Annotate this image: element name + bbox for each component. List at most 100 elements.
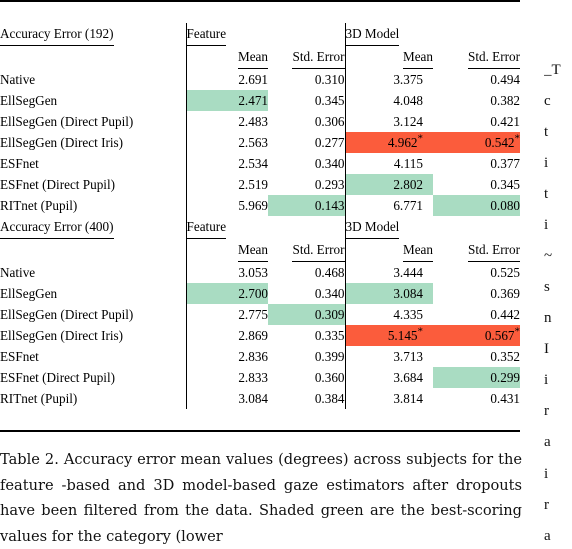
significance-star: * — [417, 325, 424, 338]
table-cell-value: 0.335 — [314, 328, 345, 343]
column-header-text: Std. Error — [467, 46, 520, 69]
table-cell-value: 5.969 — [185, 195, 268, 216]
table-row: EllSegGen (Direct Iris) 2.869 0.335 5.145* 0… — [0, 325, 520, 346]
table-row: ESFnet 2.534 0.340 4.115 0.377 — [0, 153, 520, 174]
table-cell-value: 0.352 — [490, 349, 520, 364]
column-header-std-error: Std. Error — [268, 46, 345, 69]
column-header-text: Std. Error — [292, 239, 345, 262]
table-cell-value: 3.053 — [185, 262, 268, 283]
column-header-text: Mean — [402, 46, 433, 69]
column-header-text: Mean — [237, 46, 268, 69]
table-bottom-rule — [0, 409, 520, 432]
group-header-feature-text: Feature — [186, 23, 227, 46]
column-header-std-error: Std. Error — [268, 239, 345, 262]
group-header-feature-text: Feature — [186, 216, 227, 239]
table-row: Native 3.053 0.468 3.444 0.525 — [0, 262, 520, 283]
group-header-3dmodel: 3D Model — [344, 216, 433, 239]
column-header-text: Mean — [237, 239, 268, 262]
table-cell-value: 0.340 — [314, 286, 345, 301]
table-cell-value: 4.335 — [344, 304, 433, 325]
table-cell-value: 2.563 — [185, 132, 268, 153]
column-header-mean: Mean — [344, 46, 433, 69]
table-figure-page: Accuracy Error (192) Feature 3D Model Mean S… — [0, 0, 572, 545]
group-header-feature-spacer — [268, 23, 345, 46]
table-cell-value: 2.519 — [185, 174, 268, 195]
column-header-text: Std. Error — [467, 239, 520, 262]
table-row: Native 2.691 0.310 3.375 0.494 — [0, 69, 520, 90]
table-cell-value: 0.468 — [314, 265, 345, 280]
table-cell-value: 0.384 — [314, 391, 345, 406]
table-row: ESFnet 2.836 0.399 3.713 0.352 — [0, 346, 520, 367]
row-label: EllSegGen — [0, 286, 58, 301]
significance-star: * — [514, 325, 521, 338]
horizontal-rule — [0, 409, 520, 432]
significance-star: * — [514, 132, 521, 145]
table-cell-value: 3.124 — [344, 111, 433, 132]
caption-text: Accuracy error mean values (degrees) acr… — [0, 451, 522, 545]
table-cell-value: 3.375 — [344, 69, 433, 90]
caption-label: Table 2. — [0, 451, 59, 468]
table-cell-value: 0.080 — [433, 195, 520, 216]
row-label: ESFnet — [0, 349, 39, 364]
table-cell-value: 0.299 — [433, 367, 520, 388]
table-cell-value: 0.442 — [490, 307, 520, 322]
text-fragment: i — [544, 155, 549, 171]
table-body: Accuracy Error (192) Feature 3D Model Mean S… — [0, 0, 520, 432]
table-row: RITnet (Pupil) 3.084 0.384 3.814 0.431 — [0, 388, 520, 409]
horizontal-rule — [0, 0, 520, 23]
table-cell-value: 3.084 — [344, 283, 433, 304]
table-section-header-row: Accuracy Error (192) Feature 3D Model — [0, 23, 520, 46]
table-subheader-row: Mean Std. Error Mean Std. Error — [0, 239, 520, 262]
text-fragment: t — [544, 186, 549, 202]
text-fragment: n — [544, 310, 552, 326]
subheader-empty — [0, 239, 186, 262]
accuracy-error-table: Accuracy Error (192) Feature 3D Model Mean S… — [0, 0, 520, 432]
table-cell-value: 0.494 — [490, 72, 520, 87]
table-cell-value: 0.567* — [433, 325, 520, 346]
table-cell-value: 3.814 — [344, 388, 433, 409]
table-cell-value: 0.525 — [490, 265, 520, 280]
table-row: EllSegGen 2.700 0.340 3.084 0.369 — [0, 283, 520, 304]
table-cell-value: 0.309 — [268, 304, 345, 325]
row-label: EllSegGen — [0, 93, 58, 108]
table-cell-value: 5.145* — [344, 325, 433, 346]
table-cell-value: 2.691 — [185, 69, 268, 90]
row-label: RITnet (Pupil) — [0, 391, 78, 406]
table-cell-value: 0.377 — [490, 156, 520, 171]
table-cell-value: 2.483 — [185, 111, 268, 132]
table-cell-value: 3.444 — [344, 262, 433, 283]
table-cell-value: 0.382 — [490, 93, 520, 108]
table-row: EllSegGen (Direct Iris) 2.563 0.277 4.962* 0… — [0, 132, 520, 153]
table-cell-value: 2.802 — [344, 174, 433, 195]
row-label: EllSegGen (Direct Pupil) — [0, 114, 134, 129]
table-cell-value: 4.115 — [344, 153, 433, 174]
table-cell-value: 0.340 — [314, 156, 345, 171]
subheader-empty — [0, 46, 186, 69]
group-header-3dmodel: 3D Model — [344, 23, 433, 46]
text-fragment: r — [544, 403, 549, 419]
table-top-rule — [0, 0, 520, 23]
table-cell-value: 0.293 — [314, 177, 345, 192]
table-row: ESFnet (Direct Pupil) 2.519 0.293 2.802 0.34… — [0, 174, 520, 195]
table-cell-value: 2.836 — [185, 346, 268, 367]
table-cell-value: 4.962* — [344, 132, 433, 153]
row-label: EllSegGen (Direct Pupil) — [0, 307, 134, 322]
row-label: EllSegGen (Direct Iris) — [0, 135, 124, 150]
group-header-feature: Feature — [185, 216, 268, 239]
table-row: EllSegGen (Direct Pupil) 2.775 0.309 4.335 0… — [0, 304, 520, 325]
text-fragment: s — [544, 279, 550, 295]
row-label: Native — [0, 72, 36, 87]
row-label: RITnet (Pupil) — [0, 198, 78, 213]
section-title-text: Accuracy Error (192) — [0, 23, 114, 46]
row-label: Native — [0, 265, 36, 280]
text-fragment: a — [544, 528, 551, 540]
text-fragment: r — [544, 497, 549, 513]
section-title: Accuracy Error (192) — [0, 23, 186, 46]
table-cell-value: 0.310 — [314, 72, 345, 87]
table-cell-value: 2.833 — [185, 367, 268, 388]
text-fragment: ~ — [544, 248, 553, 264]
table-section-header-row: Accuracy Error (400) Feature 3D Model — [0, 216, 520, 239]
text-fragment: i — [544, 466, 549, 482]
table-cell-value: 3.684 — [344, 367, 433, 388]
table-cell-value: 2.471 — [185, 90, 268, 111]
